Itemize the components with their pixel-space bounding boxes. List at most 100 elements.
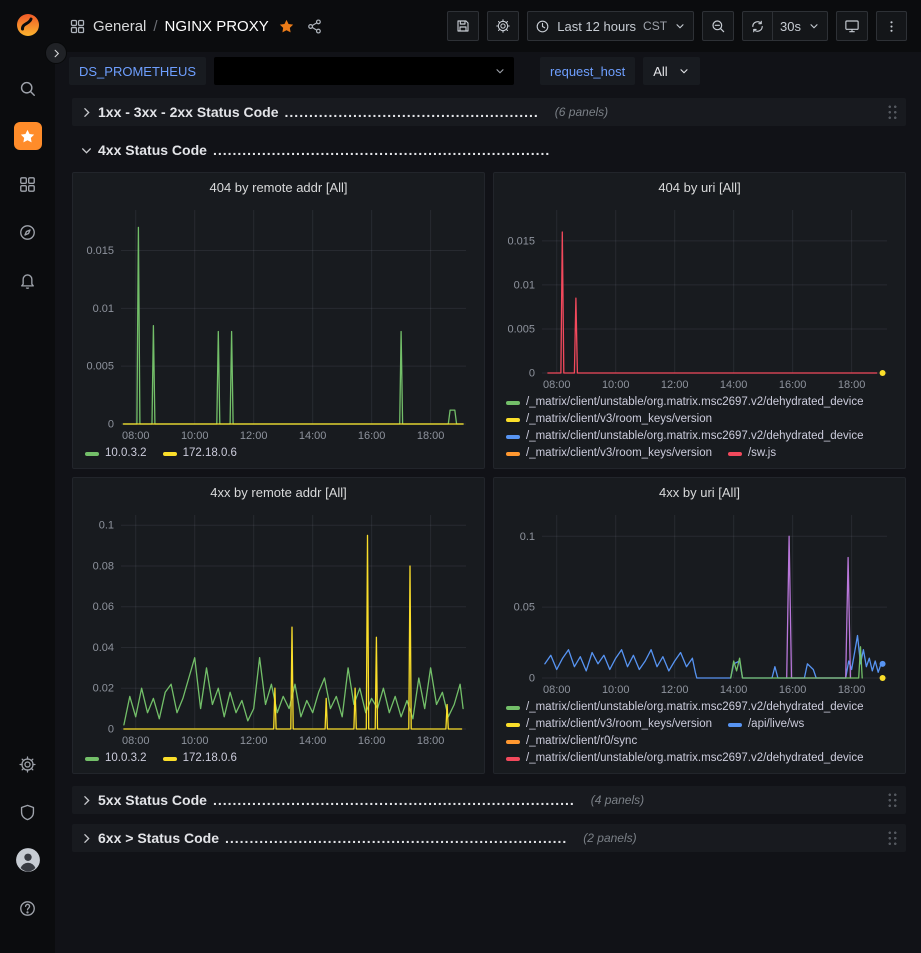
legend-item[interactable]: /_matrix/client/unstable/org.matrix.msc2… [506,394,864,411]
save-dashboard-button[interactable] [447,11,479,41]
sidebar-expand-button[interactable] [45,42,67,64]
row-6xx[interactable]: 6xx > Status Code ......................… [72,824,906,852]
dashboard-title[interactable]: NGINX PROXY [165,18,269,35]
panel-legend: /_matrix/client/unstable/org.matrix.msc2… [494,698,905,773]
legend-item[interactable]: /_matrix/client/v3/room_keys/version [506,411,712,428]
legend-item[interactable]: /_matrix/client/unstable/org.matrix.msc2… [506,750,864,767]
svg-text:12:00: 12:00 [240,430,268,442]
svg-text:18:00: 18:00 [417,430,445,442]
legend-item[interactable]: 10.0.3.2 [85,750,147,767]
series-color-swatch [506,418,520,422]
gear-icon [495,18,511,34]
legend-item[interactable]: /_matrix/client/r0/sync [506,733,637,750]
server-admin-shield-icon[interactable] [11,795,45,829]
legend-item[interactable]: /_matrix/client/v3/room_keys/version [506,445,712,462]
panel-title[interactable]: 4xx by remote addr [All] [73,478,484,507]
favorite-star-icon[interactable] [278,18,295,35]
panel-4xx-by-uri: 4xx by uri [All] 08:0010:0012:0014:0016:… [493,477,906,774]
series-color-swatch [506,401,520,405]
row-5xx[interactable]: 5xx Status Code ........................… [72,786,906,814]
alerting-bell-icon[interactable] [11,263,45,297]
sidebar-item-starred[interactable] [11,119,45,153]
row-panel-count: (2 panels) [583,831,636,845]
dashboard-body: 1xx - 3xx - 2xx Status Code ............… [55,90,921,953]
explore-compass-icon[interactable] [11,215,45,249]
panel-title[interactable]: 404 by uri [All] [494,173,905,202]
search-icon[interactable] [11,71,45,105]
datasource-variable-label[interactable]: DS_PROMETHEUS [69,57,206,85]
row-title-dots: ........................................… [285,104,539,120]
legend-item[interactable]: /_matrix/client/unstable/org.matrix.msc2… [506,699,864,716]
timeseries-chart[interactable]: 08:0010:0012:0014:0016:0018:0000.0050.01… [79,202,478,444]
chart-canvas: 08:0010:0012:0014:0016:0018:0000.0050.01… [500,202,899,393]
refresh-button[interactable] [742,11,773,41]
legend-item[interactable]: 10.0.3.2 [85,445,147,462]
timeseries-chart[interactable]: 08:0010:0012:0014:0016:0018:0000.0050.01… [500,202,899,393]
legend-item[interactable]: /_matrix/client/v3/room_keys/version [506,716,712,733]
chevron-down-icon [674,20,686,32]
legend-label: 172.18.0.6 [183,445,237,462]
svg-text:14:00: 14:00 [720,379,748,391]
legend-item[interactable]: 172.18.0.6 [163,750,237,767]
chevron-right-icon [80,794,98,807]
legend-label: /_matrix/client/unstable/org.matrix.msc2… [526,394,864,411]
cycle-view-mode-button[interactable] [836,11,868,41]
breadcrumb-separator: / [153,18,157,35]
svg-text:0.01: 0.01 [514,279,535,291]
monitor-icon [844,18,860,34]
legend-item[interactable]: 172.18.0.6 [163,445,237,462]
svg-text:14:00: 14:00 [720,684,748,696]
svg-text:14:00: 14:00 [299,735,327,747]
refresh-interval-dropdown[interactable]: 30s [773,11,828,41]
legend-label: 10.0.3.2 [105,750,147,767]
zoom-out-button[interactable] [702,11,734,41]
breadcrumb-folder[interactable]: General [93,18,146,35]
share-icon[interactable] [306,18,323,35]
legend-item[interactable]: /api/live/ws [728,716,804,733]
timeseries-chart[interactable]: 08:0010:0012:0014:0016:0018:0000.050.1 [500,507,899,698]
series-color-swatch [85,757,99,761]
svg-text:08:00: 08:00 [543,379,571,391]
row-title: 1xx - 3xx - 2xx Status Code [98,104,279,120]
help-icon[interactable] [11,891,45,925]
legend-item[interactable]: /sw.js [728,445,776,462]
series-color-swatch [728,452,742,456]
kebab-menu-icon [884,19,899,34]
more-options-button[interactable] [876,11,907,41]
dashboard-settings-button[interactable] [487,11,519,41]
row-4xx[interactable]: 4xx Status Code ........................… [72,136,906,164]
refresh-icon [750,19,765,34]
configuration-gear-icon[interactable] [11,747,45,781]
series-color-swatch [163,757,177,761]
series-color-swatch [163,452,177,456]
grafana-logo[interactable] [13,10,43,45]
time-range-picker[interactable]: Last 12 hours CST [527,11,694,41]
legend-item[interactable]: /_matrix/client/unstable/org.matrix.msc2… [506,428,864,445]
svg-text:14:00: 14:00 [299,430,327,442]
legend-label: 172.18.0.6 [183,750,237,767]
row-1xx-3xx-2xx[interactable]: 1xx - 3xx - 2xx Status Code ............… [72,98,906,126]
chart-canvas: 08:0010:0012:0014:0016:0018:0000.050.1 [500,507,899,698]
row-drag-handle[interactable] [887,830,898,847]
legend-label: /_matrix/client/v3/room_keys/version [526,716,712,733]
legend-label: /_matrix/client/v3/room_keys/version [526,445,712,462]
row-drag-handle[interactable] [887,104,898,121]
series-color-swatch [506,706,520,710]
panel-404-by-uri: 404 by uri [All] 08:0010:0012:0014:0016:… [493,172,906,469]
panel-legend: /_matrix/client/unstable/org.matrix.msc2… [494,393,905,468]
svg-text:10:00: 10:00 [602,379,630,391]
legend-label: 10.0.3.2 [105,445,147,462]
user-avatar[interactable] [11,843,45,877]
timeseries-chart[interactable]: 08:0010:0012:0014:0016:0018:0000.020.040… [79,507,478,749]
svg-text:16:00: 16:00 [779,684,807,696]
svg-text:16:00: 16:00 [358,430,386,442]
row-drag-handle[interactable] [887,792,898,809]
sidebar-bottom [11,747,45,939]
panel-title[interactable]: 4xx by uri [All] [494,478,905,507]
request-host-variable-label[interactable]: request_host [540,57,635,85]
dashboards-icon[interactable] [11,167,45,201]
panel-title[interactable]: 404 by remote addr [All] [73,173,484,202]
svg-text:0.1: 0.1 [520,531,535,543]
request-host-variable-select[interactable]: All [643,57,699,85]
datasource-variable-select[interactable] [214,57,514,85]
